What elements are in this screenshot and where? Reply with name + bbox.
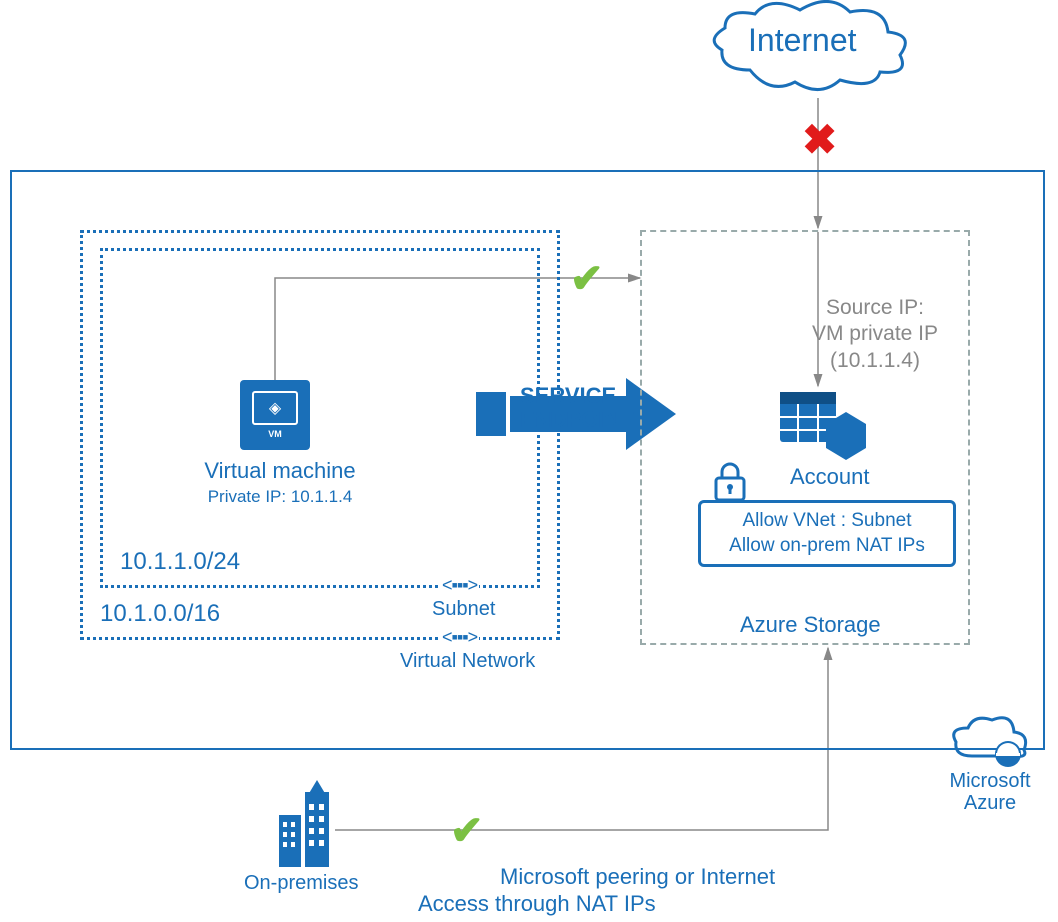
vnet-connector-icon: <▪▪▪>: [440, 627, 479, 648]
on-premises-label: On-premises: [244, 872, 358, 895]
onprem-connection-line1: Microsoft peering or Internet: [500, 864, 775, 890]
vm-private-ip: Private IP: 10.1.1.4: [190, 487, 370, 507]
allow-check-onprem-icon: ✔: [450, 808, 484, 854]
subnet-connector-icon: <▪▪▪>: [440, 575, 479, 596]
subnet-cidr: 10.1.1.0/24: [120, 548, 240, 576]
storage-firewall-rules: Allow VNet : Subnet Allow on-prem NAT IP…: [698, 500, 956, 567]
vnet-cidr: 10.1.0.0/16: [100, 600, 220, 628]
internet-label: Internet: [748, 22, 857, 59]
subnet-box: [100, 248, 540, 588]
allow-check-vm-icon: ✔: [570, 256, 604, 302]
source-ip-annotation: Source IP: VM private IP (10.1.1.4): [785, 295, 965, 374]
azure-label-line2: Azure: [964, 792, 1016, 814]
microsoft-azure-label: Microsoft Azure: [940, 770, 1040, 814]
service-endpoint-label-line2: ENDPOINT: [520, 407, 634, 432]
azure-storage-label: Azure Storage: [740, 612, 881, 638]
service-endpoint-label: SERVICE ENDPOINT: [520, 384, 634, 432]
storage-account-label: Account: [790, 464, 870, 490]
onprem-connection-line2: Access through NAT IPs: [418, 891, 656, 917]
virtual-machine-icon: ◈ VM: [240, 380, 310, 450]
source-ip-line2: VM private IP: [812, 322, 938, 345]
on-premises-icon: [275, 780, 335, 870]
storage-account-icon: [778, 390, 868, 460]
source-ip-line1: Source IP:: [826, 296, 924, 319]
vm-label: Virtual machine: [190, 458, 370, 484]
lock-icon: [712, 460, 748, 504]
service-endpoint-label-line1: SERVICE: [520, 383, 616, 408]
azure-label-line1: Microsoft: [949, 770, 1030, 792]
microsoft-azure-cloud-icon: [950, 710, 1030, 770]
source-ip-line3: (10.1.1.4): [830, 349, 920, 372]
firewall-rule-1: Allow VNet : Subnet: [709, 509, 945, 534]
firewall-rule-2: Allow on-prem NAT IPs: [709, 534, 945, 559]
vnet-connector-label: Virtual Network: [400, 650, 535, 673]
subnet-connector-label: Subnet: [432, 598, 495, 621]
deny-cross-icon: ✖: [802, 115, 837, 164]
